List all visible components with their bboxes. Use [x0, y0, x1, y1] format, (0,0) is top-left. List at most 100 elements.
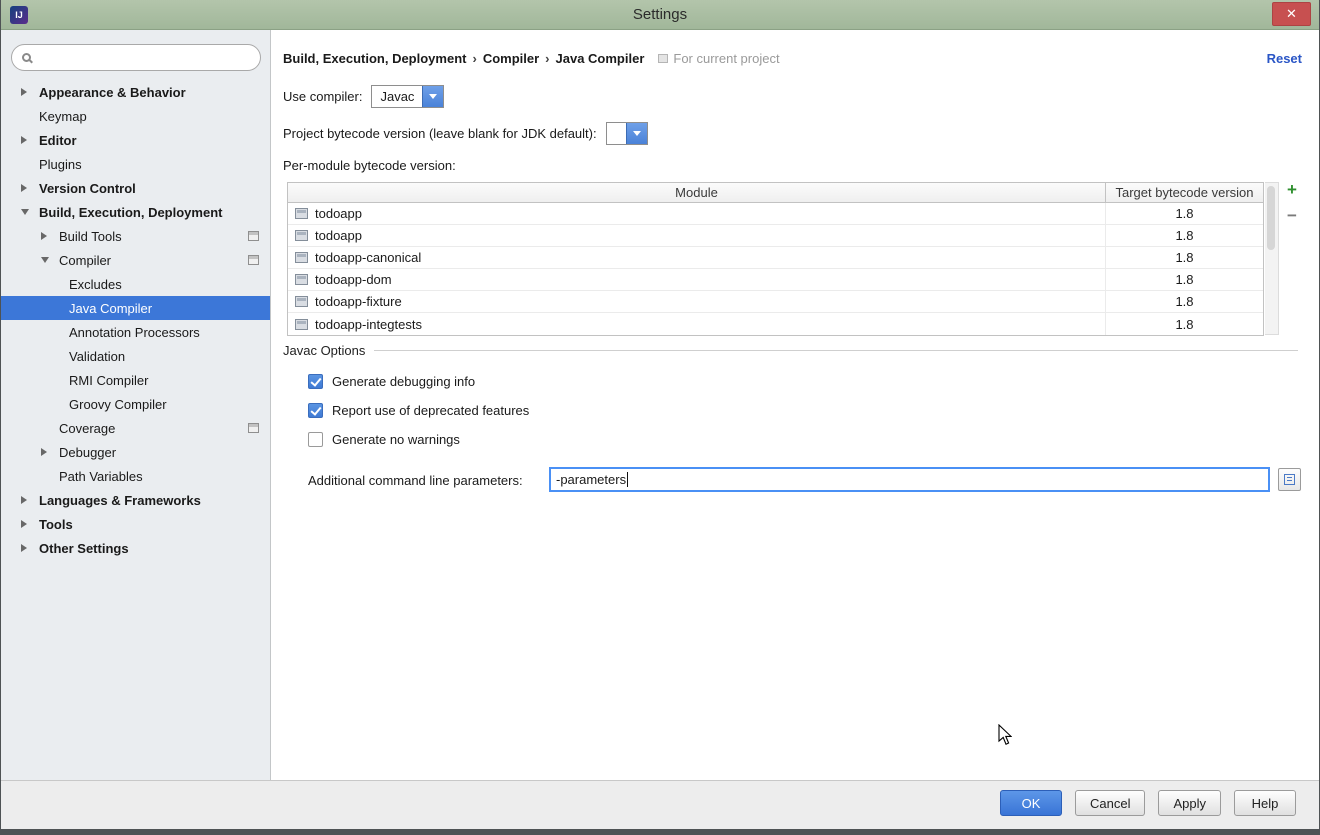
sidebar-item-keymap[interactable]: Keymap: [1, 104, 270, 128]
dialog-footer: OK Cancel Apply Help: [1, 780, 1319, 829]
module-icon: [295, 230, 308, 241]
checkbox-label: Generate no warnings: [332, 432, 460, 447]
sidebar-item-groovy-compiler[interactable]: Groovy Compiler: [1, 392, 270, 416]
sidebar-item-excludes[interactable]: Excludes: [1, 272, 270, 296]
target-bytecode-cell[interactable]: 1.8: [1106, 203, 1263, 224]
checkbox-icon[interactable]: [308, 403, 323, 418]
expand-arrow-icon[interactable]: [21, 520, 27, 528]
module-cell: todoapp-dom: [288, 269, 1106, 290]
sidebar-item-plugins[interactable]: Plugins: [1, 152, 270, 176]
checkbox-generate-no-warnings[interactable]: Generate no warnings: [308, 430, 460, 448]
sidebar-item-path-variables[interactable]: Path Variables: [1, 464, 270, 488]
plus-icon: +: [1287, 180, 1297, 200]
sidebar-item-other-settings[interactable]: Other Settings: [1, 536, 270, 560]
table-row[interactable]: todoapp-integtests 1.8: [288, 313, 1263, 335]
breadcrumb-segment[interactable]: Compiler: [483, 51, 539, 66]
column-header-module[interactable]: Module: [288, 183, 1106, 202]
column-header-target-bytecode[interactable]: Target bytecode version: [1106, 183, 1263, 202]
chevron-down-icon[interactable]: [422, 86, 443, 107]
window-title: Settings: [1, 6, 1319, 23]
target-bytecode-cell[interactable]: 1.8: [1106, 225, 1263, 246]
sidebar-item-validation[interactable]: Validation: [1, 344, 270, 368]
target-bytecode-cell[interactable]: 1.8: [1106, 313, 1263, 335]
scope-note: For current project: [658, 51, 779, 66]
sidebar-item-editor[interactable]: Editor: [1, 128, 270, 152]
sidebar-item-coverage[interactable]: Coverage: [1, 416, 270, 440]
module-icon: [295, 296, 308, 307]
javac-options-title: Javac Options: [283, 343, 365, 358]
expand-arrow-icon[interactable]: [21, 184, 27, 192]
project-config-icon: [248, 255, 259, 265]
search-box[interactable]: [11, 44, 261, 71]
breadcrumb-segment[interactable]: Java Compiler: [556, 51, 645, 66]
use-compiler-select[interactable]: Javac: [371, 85, 444, 108]
use-compiler-row: Use compiler: Javac: [283, 85, 444, 108]
reset-link[interactable]: Reset: [1267, 51, 1302, 66]
sidebar-item-java-compiler[interactable]: Java Compiler: [1, 296, 270, 320]
sidebar-item-debugger[interactable]: Debugger: [1, 440, 270, 464]
breadcrumb: Build, Execution, Deployment › Compiler …: [283, 51, 780, 66]
sidebar-item-build-execution-deployment[interactable]: Build, Execution, Deployment: [1, 200, 270, 224]
bytecode-version-label: Project bytecode version (leave blank fo…: [283, 126, 597, 141]
expand-arrow-icon[interactable]: [41, 232, 47, 240]
table-row[interactable]: todoapp 1.8: [288, 225, 1263, 247]
checkbox-generate-debugging-info[interactable]: Generate debugging info: [308, 372, 475, 390]
module-icon: [295, 319, 308, 330]
module-table: Module Target bytecode version todoapp 1…: [287, 182, 1264, 336]
expand-editor-icon: [1284, 474, 1295, 485]
cancel-button[interactable]: Cancel: [1075, 790, 1145, 816]
sidebar-item-version-control[interactable]: Version Control: [1, 176, 270, 200]
target-bytecode-cell[interactable]: 1.8: [1106, 291, 1263, 312]
use-compiler-value: Javac: [372, 86, 422, 107]
collapse-arrow-icon[interactable]: [41, 257, 49, 263]
sidebar-item-annotation-processors[interactable]: Annotation Processors: [1, 320, 270, 344]
expand-editor-button[interactable]: [1278, 468, 1301, 491]
bytecode-version-select[interactable]: [606, 122, 648, 145]
sidebar-item-languages-frameworks[interactable]: Languages & Frameworks: [1, 488, 270, 512]
apply-button[interactable]: Apply: [1158, 790, 1221, 816]
scrollbar-thumb[interactable]: [1267, 186, 1275, 250]
collapse-arrow-icon[interactable]: [21, 209, 29, 215]
remove-module-button[interactable]: −: [1283, 207, 1301, 225]
project-config-icon: [248, 423, 259, 433]
expand-arrow-icon[interactable]: [21, 136, 27, 144]
checkbox-icon[interactable]: [308, 374, 323, 389]
breadcrumb-separator: ›: [545, 51, 549, 66]
table-scrollbar[interactable]: [1265, 182, 1279, 335]
target-bytecode-cell[interactable]: 1.8: [1106, 247, 1263, 268]
expand-arrow-icon[interactable]: [21, 544, 27, 552]
table-row[interactable]: todoapp-dom 1.8: [288, 269, 1263, 291]
checkbox-report-deprecated[interactable]: Report use of deprecated features: [308, 401, 529, 419]
text-caret: [627, 472, 628, 487]
java-compiler-panel: Build, Execution, Deployment › Compiler …: [272, 30, 1319, 780]
sidebar-item-appearance-behavior[interactable]: Appearance & Behavior: [1, 80, 270, 104]
expand-arrow-icon[interactable]: [41, 448, 47, 456]
cmdline-params-input[interactable]: -parameters: [549, 467, 1270, 492]
expand-arrow-icon[interactable]: [21, 496, 27, 504]
table-row[interactable]: todoapp 1.8: [288, 203, 1263, 225]
project-config-icon: [248, 231, 259, 241]
help-button[interactable]: Help: [1234, 790, 1296, 816]
sidebar-item-tools[interactable]: Tools: [1, 512, 270, 536]
breadcrumb-segment[interactable]: Build, Execution, Deployment: [283, 51, 466, 66]
sidebar-item-rmi-compiler[interactable]: RMI Compiler: [1, 368, 270, 392]
add-module-button[interactable]: +: [1283, 181, 1301, 199]
checkbox-label: Generate debugging info: [332, 374, 475, 389]
expand-arrow-icon[interactable]: [21, 88, 27, 96]
project-scope-icon: [658, 54, 668, 63]
module-cell: todoapp: [288, 203, 1106, 224]
chevron-down-icon[interactable]: [626, 123, 647, 144]
table-row[interactable]: todoapp-fixture 1.8: [288, 291, 1263, 313]
title-bar: IJ Settings ✕: [1, 0, 1319, 30]
ok-button[interactable]: OK: [1000, 790, 1062, 816]
close-button[interactable]: ✕: [1272, 2, 1311, 26]
settings-tree: Appearance & Behavior Keymap Editor Plug…: [1, 80, 270, 560]
target-bytecode-cell[interactable]: 1.8: [1106, 269, 1263, 290]
sidebar-item-build-tools[interactable]: Build Tools: [1, 224, 270, 248]
sidebar-item-compiler[interactable]: Compiler: [1, 248, 270, 272]
module-cell: todoapp: [288, 225, 1106, 246]
checkbox-icon[interactable]: [308, 432, 323, 447]
settings-search-input[interactable]: [31, 48, 260, 68]
use-compiler-label: Use compiler:: [283, 89, 362, 104]
table-row[interactable]: todoapp-canonical 1.8: [288, 247, 1263, 269]
